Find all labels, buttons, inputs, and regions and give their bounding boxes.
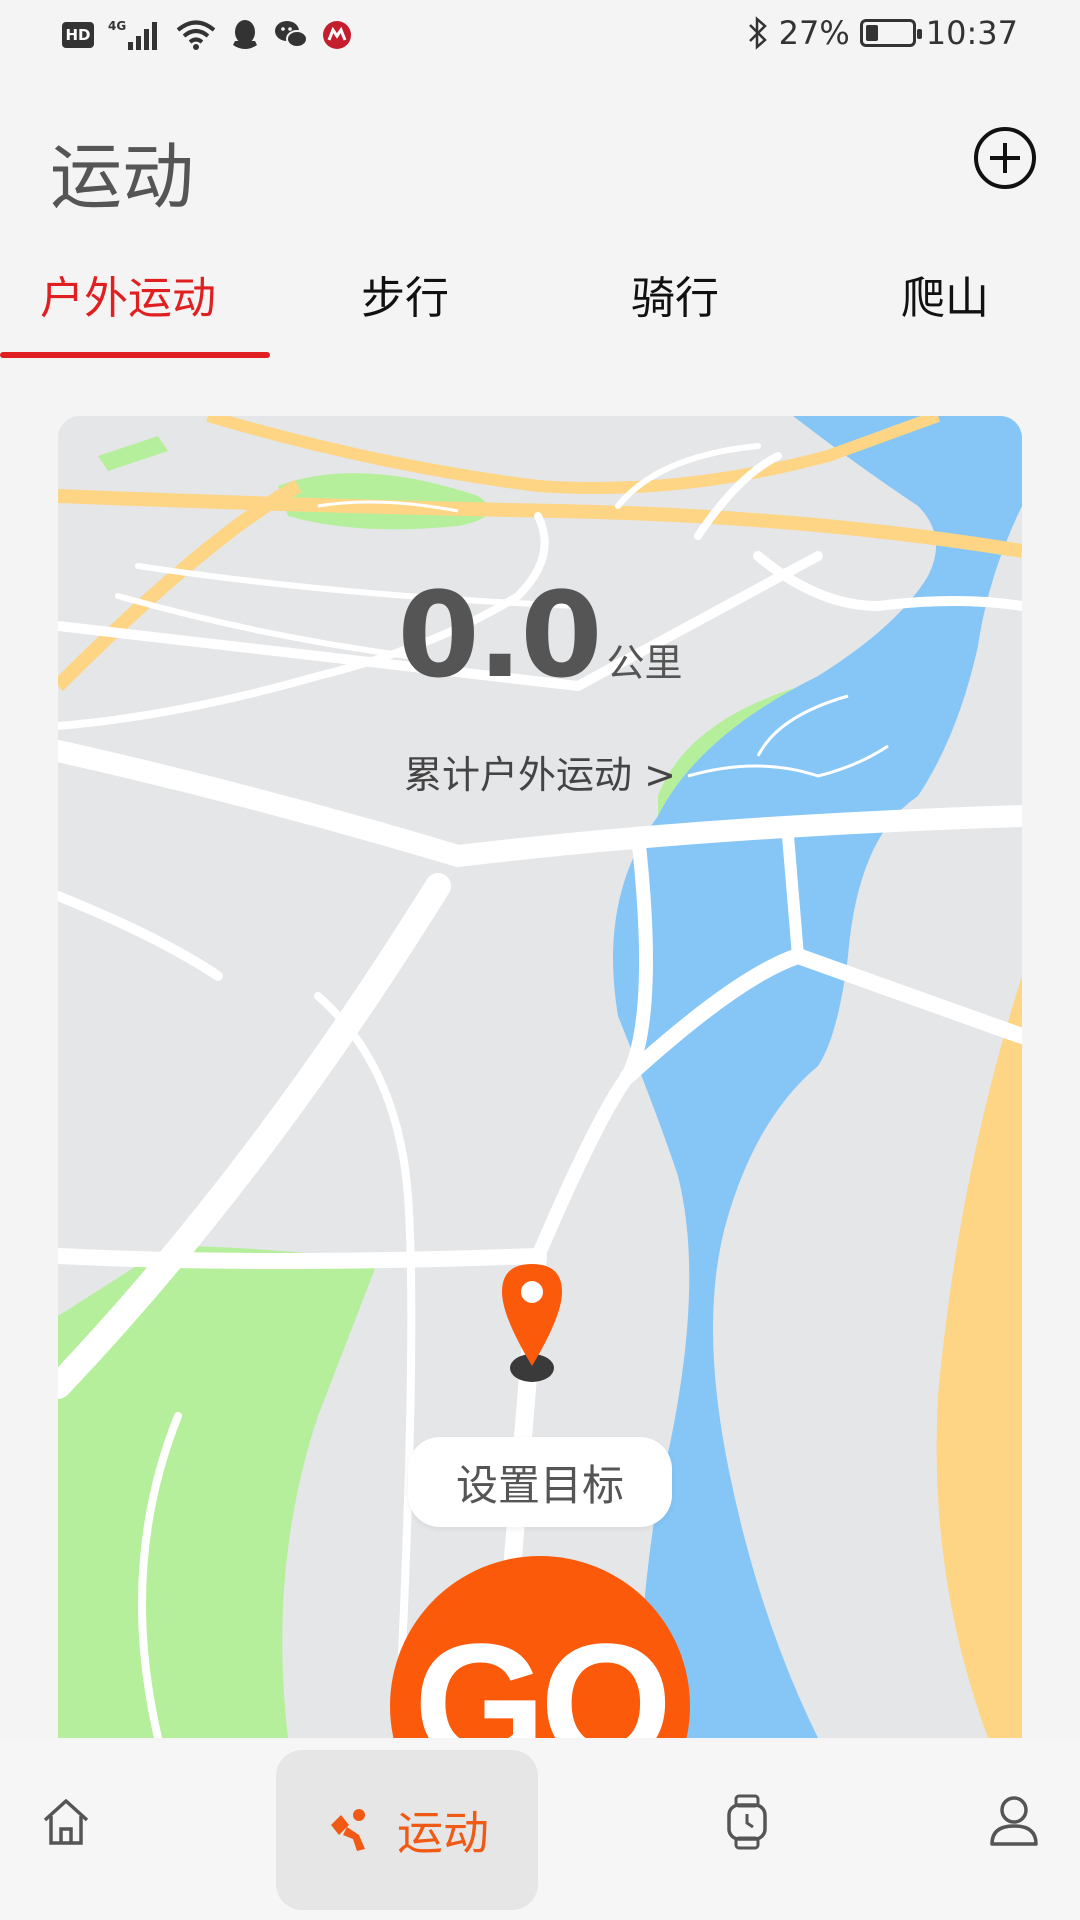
distance-display: 0.0 公里 bbox=[58, 566, 1022, 704]
battery-fill bbox=[865, 25, 878, 41]
home-icon bbox=[43, 1799, 89, 1845]
map-card: 0.0 公里 累计户外运动 > 设置目标 GO bbox=[58, 416, 1022, 1738]
network-type: 4G bbox=[108, 19, 126, 33]
go-label: GO bbox=[413, 1609, 672, 1738]
nav-home[interactable] bbox=[40, 1796, 92, 1852]
nav-profile[interactable] bbox=[988, 1794, 1040, 1852]
distance-value: 0.0 bbox=[397, 566, 602, 704]
running-icon bbox=[331, 1809, 365, 1851]
status-left-icons: HD 4G bbox=[62, 18, 352, 52]
tab-cycling[interactable]: 骑行 bbox=[631, 262, 719, 326]
tab-walking[interactable]: 步行 bbox=[361, 262, 449, 326]
location-pin-icon bbox=[502, 1264, 562, 1382]
qq-icon bbox=[233, 20, 257, 49]
set-goal-button[interactable]: 设置目标 bbox=[408, 1437, 672, 1527]
bluetooth-icon bbox=[748, 16, 767, 50]
tab-climbing[interactable]: 爬山 bbox=[901, 262, 989, 326]
active-tab-indicator bbox=[0, 352, 270, 358]
watch-icon bbox=[727, 1794, 767, 1850]
page-title: 运动 bbox=[50, 135, 195, 219]
wifi-icon bbox=[176, 20, 216, 50]
battery-percent: 27% bbox=[778, 14, 850, 52]
nav-sport[interactable]: 运动 bbox=[276, 1750, 538, 1910]
signal-icon: 4G bbox=[108, 19, 157, 50]
status-bar: HD 4G 27% 10:37 bbox=[0, 0, 1080, 76]
tab-bar: 户外运动 步行 骑行 爬山 bbox=[0, 262, 1080, 358]
cumulative-outdoor-link[interactable]: 累计户外运动 > bbox=[58, 744, 1022, 799]
nav-sport-label: 运动 bbox=[397, 1806, 489, 1860]
add-button[interactable] bbox=[974, 127, 1036, 189]
tab-outdoor[interactable]: 户外运动 bbox=[40, 262, 216, 326]
distance-unit: 公里 bbox=[606, 641, 683, 685]
nav-device[interactable] bbox=[722, 1794, 772, 1854]
wechat-icon bbox=[275, 21, 308, 48]
status-right: 27% 10:37 bbox=[747, 14, 1018, 52]
profile-icon bbox=[990, 1796, 1038, 1846]
plus-circle-icon bbox=[990, 143, 1020, 173]
clock: 10:37 bbox=[925, 14, 1018, 52]
battery-icon bbox=[859, 19, 922, 47]
hd-badge: HD bbox=[62, 22, 94, 48]
bottom-nav: 运动 bbox=[0, 1740, 1080, 1920]
bank-icon bbox=[323, 21, 351, 49]
